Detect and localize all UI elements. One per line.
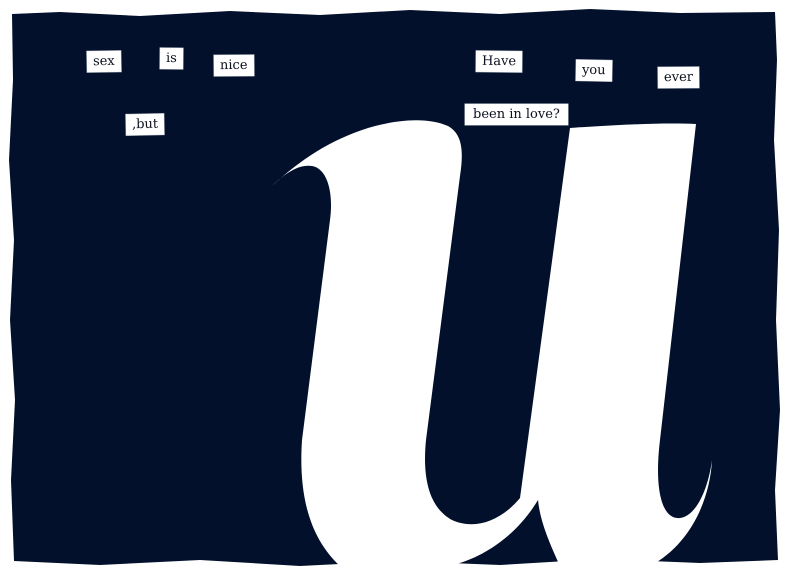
collage-canvas: sex is nice ,but Have you ever been in l… [0,0,792,576]
cutout-word-you: you [575,59,612,82]
cutout-word-have: Have [475,50,523,73]
cutout-word-is: is [159,47,183,70]
cutout-word-nice: nice [213,54,254,77]
cutout-word-ever: ever [657,66,700,89]
cutout-word-but: ,but [125,113,165,136]
cutout-phrase-been-in-love: been in love? [465,104,568,125]
cutout-word-sex: sex [86,50,121,73]
